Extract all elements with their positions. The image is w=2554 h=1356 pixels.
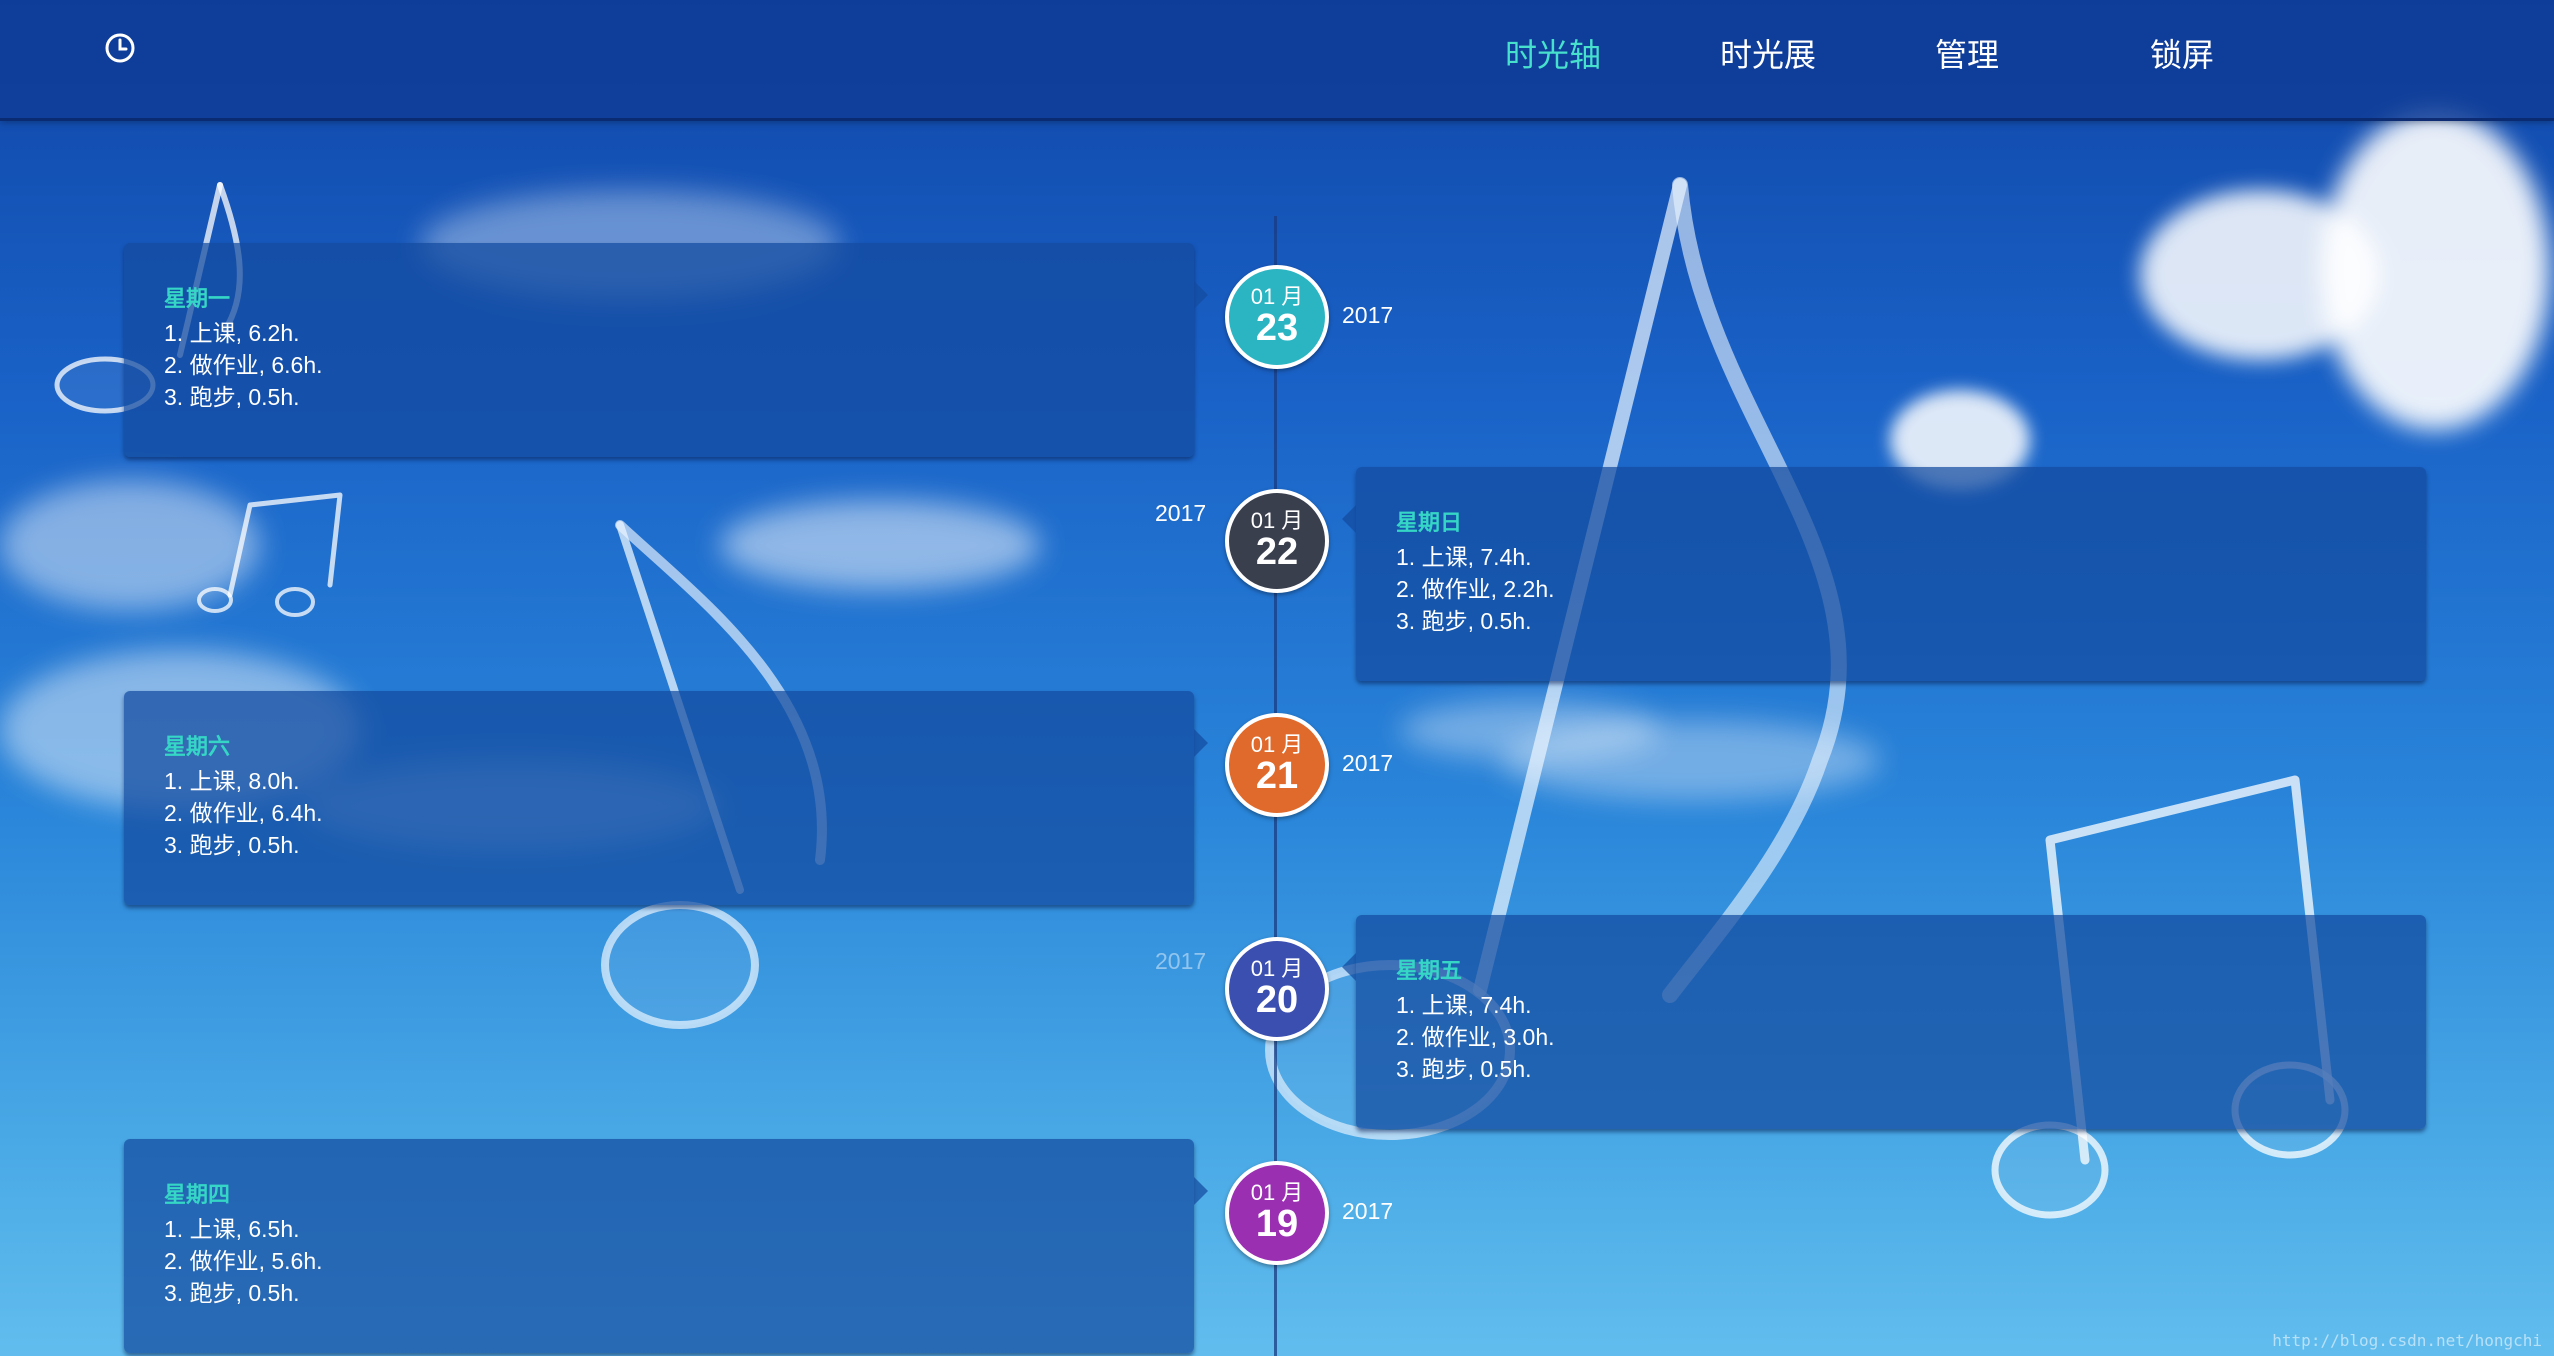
nav-manage[interactable]: 管理 (1935, 30, 1999, 76)
task-item: 2. 做作业, 6.4h. (164, 800, 323, 826)
nav-exhibition[interactable]: 时光展 (1720, 30, 1816, 76)
date-month: 01 月 (1250, 956, 1304, 981)
date-badge[interactable]: 01 月 19 (1225, 1161, 1329, 1265)
task-item: 2. 做作业, 6.6h. (164, 352, 323, 378)
nav-timeline[interactable]: 时光轴 (1505, 30, 1601, 76)
clock-icon[interactable] (104, 32, 136, 64)
timeline-card[interactable]: 星期一 1. 上课, 6.2h. 2. 做作业, 6.6h. 3. 跑步, 0.… (124, 243, 1208, 457)
task-item: 2. 做作业, 5.6h. (164, 1248, 323, 1274)
date-month: 01 月 (1250, 1180, 1304, 1205)
date-year: 2017 (1342, 1198, 1394, 1224)
task-list: 1. 上课, 7.4h. 2. 做作业, 2.2h. 3. 跑步, 0.5h. (1396, 541, 1555, 637)
date-year: 2017 (1155, 500, 1207, 526)
task-item: 3. 跑步, 0.5h. (164, 1280, 300, 1306)
task-item: 2. 做作业, 2.2h. (1396, 576, 1555, 602)
timeline-card[interactable]: 星期六 1. 上课, 8.0h. 2. 做作业, 6.4h. 3. 跑步, 0.… (124, 691, 1208, 905)
date-day: 19 (1255, 1203, 1299, 1245)
task-item: 3. 跑步, 0.5h. (164, 832, 300, 858)
date-month: 01 月 (1250, 732, 1304, 757)
task-item: 1. 上课, 6.5h. (164, 1216, 300, 1242)
card-weekday: 星期五 (1396, 959, 1463, 984)
task-list: 1. 上课, 6.5h. 2. 做作业, 5.6h. 3. 跑步, 0.5h. (164, 1213, 323, 1309)
card-weekday: 星期一 (164, 287, 231, 312)
timeline-card[interactable]: 星期五 1. 上课, 7.4h. 2. 做作业, 3.0h. 3. 跑步, 0.… (1342, 915, 2426, 1129)
date-badge[interactable]: 01 月 20 (1225, 937, 1329, 1041)
task-item: 1. 上课, 7.4h. (1396, 544, 1532, 570)
task-list: 1. 上课, 8.0h. 2. 做作业, 6.4h. 3. 跑步, 0.5h. (164, 765, 323, 861)
top-nav-bar: 时光轴 时光展 管理 锁屏 (0, 0, 2554, 121)
task-item: 3. 跑步, 0.5h. (164, 384, 300, 410)
date-badge[interactable]: 01 月 22 (1225, 489, 1329, 593)
task-item: 2. 做作业, 3.0h. (1396, 1024, 1555, 1050)
timeline-card[interactable]: 星期四 1. 上课, 6.5h. 2. 做作业, 5.6h. 3. 跑步, 0.… (124, 1139, 1208, 1353)
card-weekday: 星期日 (1396, 511, 1463, 536)
task-item: 1. 上课, 7.4h. (1396, 992, 1532, 1018)
timeline-screen: 时光轴 时光展 管理 锁屏 星期一 1. 上课, 6.2h. 2. 做作业, 6… (0, 0, 2554, 1356)
date-year: 2017 (1342, 750, 1394, 776)
date-badge[interactable]: 01 月 23 (1225, 265, 1329, 369)
date-day: 20 (1255, 979, 1299, 1021)
nav-lock-screen[interactable]: 锁屏 (2150, 30, 2214, 76)
task-list: 1. 上课, 6.2h. 2. 做作业, 6.6h. 3. 跑步, 0.5h. (164, 317, 323, 413)
timeline-card[interactable]: 星期日 1. 上课, 7.4h. 2. 做作业, 2.2h. 3. 跑步, 0.… (1342, 467, 2426, 681)
task-item: 3. 跑步, 0.5h. (1396, 608, 1532, 634)
card-weekday: 星期四 (164, 1183, 231, 1208)
watermark: http://blog.csdn.net/hongchi (2272, 1331, 2542, 1350)
date-day: 22 (1255, 531, 1299, 573)
date-day: 21 (1255, 755, 1299, 797)
date-month: 01 月 (1250, 508, 1304, 533)
date-day: 23 (1255, 307, 1299, 349)
task-item: 1. 上课, 6.2h. (164, 320, 300, 346)
task-list: 1. 上课, 7.4h. 2. 做作业, 3.0h. 3. 跑步, 0.5h. (1396, 989, 1555, 1085)
card-weekday: 星期六 (164, 735, 231, 760)
task-item: 3. 跑步, 0.5h. (1396, 1056, 1532, 1082)
date-badge[interactable]: 01 月 21 (1225, 713, 1329, 817)
date-year: 2017 (1342, 302, 1394, 328)
date-month: 01 月 (1250, 284, 1304, 309)
date-year: 2017 (1155, 948, 1207, 974)
task-item: 1. 上课, 8.0h. (164, 768, 300, 794)
